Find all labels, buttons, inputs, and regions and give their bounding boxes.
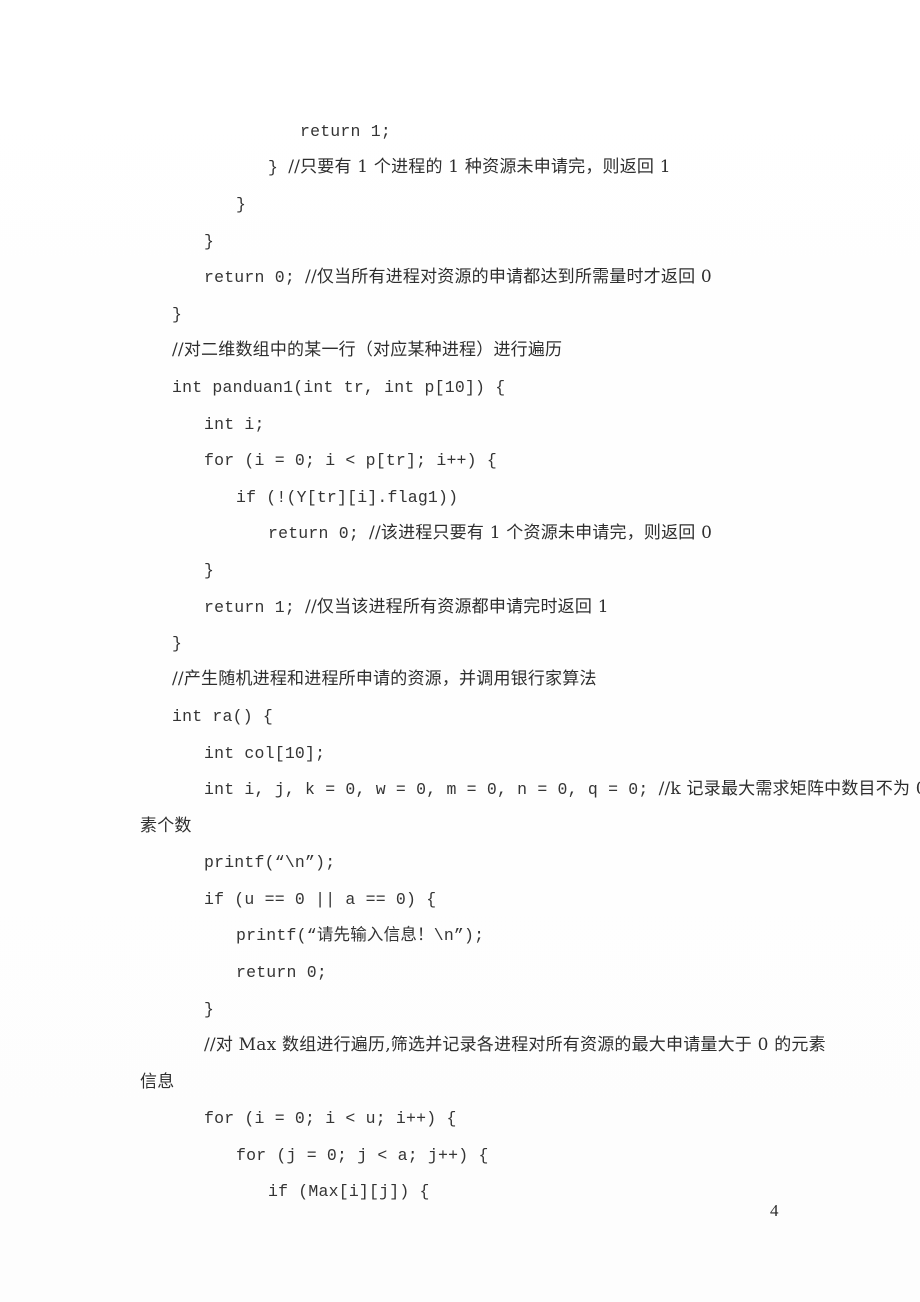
code-line: int panduan1(int tr, int p[10]) { xyxy=(172,368,832,404)
code-text: } xyxy=(172,634,183,653)
code-line: return 1; xyxy=(300,112,920,148)
code-line: if (u == 0 || a == 0) { xyxy=(204,880,864,916)
code-text: printf(“请先输入信息！\n”); xyxy=(236,926,485,945)
code-text: } xyxy=(204,1000,215,1019)
comment-text: //对 Max 数组进行遍历,筛选并记录各进程对所有资源的最大申请量大于 0 的… xyxy=(204,1035,826,1055)
code-line: int ra() { xyxy=(172,697,832,733)
code-line: for (i = 0; i < p[tr]; i++) { xyxy=(204,441,864,477)
code-text: return 0; xyxy=(268,524,370,543)
comment-text: //该进程只要有 1 个资源未申请完，则返回 0 xyxy=(369,523,713,543)
code-line: } //只要有 1 个进程的 1 种资源未申请完，则返回 1 xyxy=(268,148,920,184)
code-text: for (i = 0; i < p[tr]; i++) { xyxy=(204,451,497,470)
code-text: int ra() { xyxy=(172,707,274,726)
code-text: int i; xyxy=(204,415,265,434)
code-line: printf(“请先输入信息！\n”); xyxy=(236,916,896,952)
comment-text: 信息 xyxy=(140,1072,175,1092)
code-line: //产生随机进程和进程所申请的资源，并调用银行家算法 xyxy=(172,660,832,696)
code-line: printf(“\n”); xyxy=(204,843,864,879)
comment-text: //产生随机进程和进程所申请的资源，并调用银行家算法 xyxy=(172,669,597,689)
code-line: } xyxy=(172,624,832,660)
code-line: return 0; xyxy=(236,953,896,989)
code-text: return 1; xyxy=(204,598,306,617)
code-line: return 1; //仅当该进程所有资源都申请完时返回 1 xyxy=(204,588,864,624)
code-text: if (u == 0 || a == 0) { xyxy=(204,890,437,909)
code-text: int i, j, k = 0, w = 0, m = 0, n = 0, q … xyxy=(204,780,659,799)
code-text: if (Max[i][j]) { xyxy=(268,1182,430,1201)
comment-text: //对二维数组中的某一行（对应某种进程）进行遍历 xyxy=(172,340,563,360)
code-line: for (i = 0; i < u; i++) { xyxy=(204,1099,864,1135)
code-line: return 0; //仅当所有进程对资源的申请都达到所需量时才返回 0 xyxy=(204,258,864,294)
document-page: return 1;} //只要有 1 个进程的 1 种资源未申请完，则返回 1}… xyxy=(0,0,920,1302)
code-text: if (!(Y[tr][i].flag1)) xyxy=(236,488,459,507)
code-line: //对 Max 数组进行遍历,筛选并记录各进程对所有资源的最大申请量大于 0 的… xyxy=(204,1026,864,1062)
comment-text: 素个数 xyxy=(140,816,192,836)
code-text: } xyxy=(268,158,289,177)
code-text: printf(“\n”); xyxy=(204,853,336,872)
code-line: int i, j, k = 0, w = 0, m = 0, n = 0, q … xyxy=(204,770,920,806)
code-text: return 1; xyxy=(300,122,391,141)
wrapped-text-line: 信息 xyxy=(140,1063,800,1099)
code-line: //对二维数组中的某一行（对应某种进程）进行遍历 xyxy=(172,331,832,367)
code-text: return 0; xyxy=(204,268,306,287)
code-line: } xyxy=(236,185,896,221)
code-line: int col[10]; xyxy=(204,734,864,770)
code-line: return 0; //该进程只要有 1 个资源未申请完，则返回 0 xyxy=(268,514,920,550)
code-line: } xyxy=(204,222,864,258)
comment-text: //仅当所有进程对资源的申请都达到所需量时才返回 0 xyxy=(305,267,712,287)
comment-text: //只要有 1 个进程的 1 种资源未申请完，则返回 1 xyxy=(288,157,671,177)
code-line: } xyxy=(204,990,864,1026)
comment-text: //k 记录最大需求矩阵中数目不为 0 的元 xyxy=(658,779,920,799)
code-text: } xyxy=(236,195,247,214)
code-text: return 0; xyxy=(236,963,327,982)
code-text: for (i = 0; i < u; i++) { xyxy=(204,1109,457,1128)
code-line: } xyxy=(172,295,832,331)
code-line: int i; xyxy=(204,405,864,441)
code-text: int panduan1(int tr, int p[10]) { xyxy=(172,378,506,397)
code-line: if (!(Y[tr][i].flag1)) xyxy=(236,478,896,514)
comment-text: //仅当该进程所有资源都申请完时返回 1 xyxy=(305,597,609,617)
code-text: for (j = 0; j < a; j++) { xyxy=(236,1146,489,1165)
code-line: if (Max[i][j]) { xyxy=(268,1172,920,1208)
code-text: } xyxy=(204,561,215,580)
code-text: } xyxy=(172,305,183,324)
page-number: 4 xyxy=(770,1201,779,1220)
code-text: int col[10]; xyxy=(204,744,326,763)
code-line: for (j = 0; j < a; j++) { xyxy=(236,1136,896,1172)
wrapped-text-line: 素个数 xyxy=(140,807,800,843)
code-text: } xyxy=(204,232,215,251)
code-line: } xyxy=(204,551,864,587)
